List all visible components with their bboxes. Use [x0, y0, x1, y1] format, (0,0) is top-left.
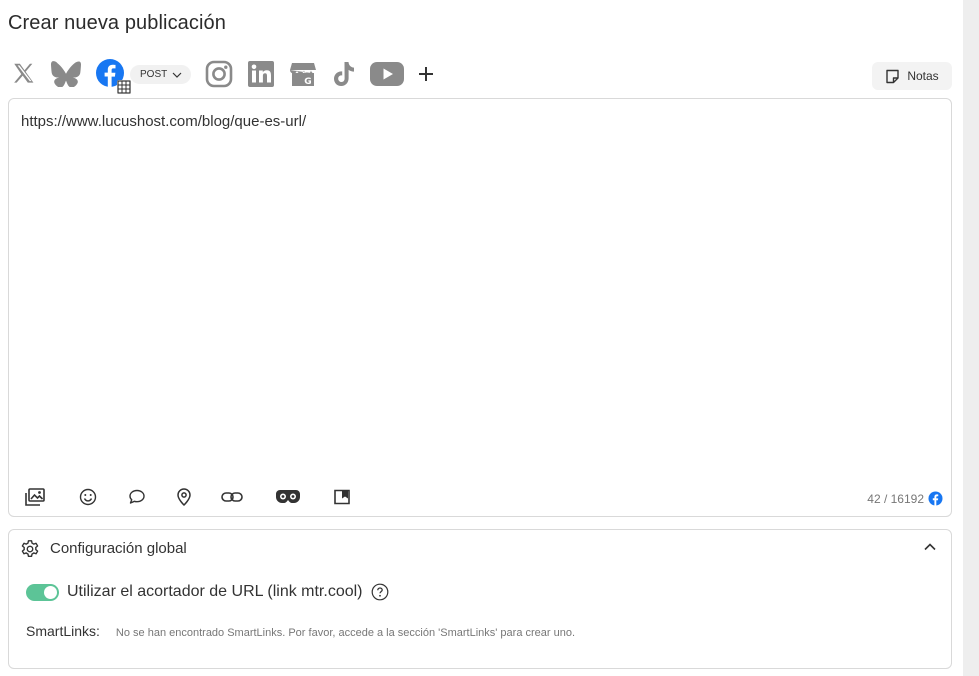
- global-config-panel: Configuración global Utilizar el acortad…: [8, 529, 952, 669]
- post-type-label: POST: [140, 69, 168, 80]
- bluesky-icon: [51, 61, 81, 87]
- bluesky-network-button[interactable]: [49, 58, 83, 90]
- linkedin-network-button[interactable]: [245, 58, 277, 90]
- scrollbar[interactable]: [963, 0, 979, 676]
- plus-icon: [419, 67, 433, 81]
- tiktok-icon: [334, 62, 354, 86]
- google-business-icon: G: [290, 63, 316, 87]
- linkedin-icon: [248, 61, 274, 87]
- notes-label: Notas: [907, 69, 939, 83]
- link-button[interactable]: [219, 484, 245, 510]
- media-icon: [25, 488, 45, 506]
- gear-icon: [21, 540, 39, 558]
- url-shortener-row: Utilizar el acortador de URL (link mtr.c…: [26, 583, 389, 601]
- google-business-network-button[interactable]: G: [287, 58, 319, 90]
- help-button[interactable]: [371, 583, 389, 601]
- location-icon: [177, 488, 191, 506]
- post-editor: https://www.lucushost.com/blog/que-es-ur…: [8, 98, 952, 517]
- emoji-button[interactable]: [75, 484, 101, 510]
- x-icon: [14, 63, 34, 83]
- instagram-icon: [205, 60, 233, 88]
- smartlinks-message: No se han encontrado SmartLinks. Por fav…: [115, 627, 576, 639]
- chevron-up-icon[interactable]: [923, 540, 937, 554]
- comment-button[interactable]: [124, 484, 150, 510]
- facebook-network-button[interactable]: [93, 58, 131, 94]
- link-icon: [221, 492, 243, 502]
- emoji-icon: [79, 488, 97, 506]
- youtube-icon: [370, 62, 404, 86]
- grid-icon: [117, 80, 131, 94]
- ai-assistant-button[interactable]: [273, 484, 303, 510]
- smartlinks-label: SmartLinks:: [26, 623, 100, 639]
- character-count: 42 / 16192: [867, 491, 924, 506]
- instagram-network-button[interactable]: [202, 58, 236, 90]
- global-config-title: Configuración global: [50, 540, 187, 557]
- comment-icon: [129, 489, 145, 504]
- location-button[interactable]: [171, 484, 197, 510]
- network-selector: POST G Notas: [8, 58, 952, 94]
- editor-toolbar: [9, 484, 951, 510]
- tiktok-network-button[interactable]: [329, 58, 359, 90]
- x-network-button[interactable]: [8, 58, 40, 90]
- youtube-network-button[interactable]: [369, 58, 405, 90]
- url-shortener-toggle[interactable]: [26, 583, 59, 601]
- smartlinks-row: SmartLinks: No se han encontrado SmartLi…: [26, 623, 575, 639]
- svg-text:G: G: [304, 77, 311, 87]
- url-shortener-label: Utilizar el acortador de URL (link mtr.c…: [67, 583, 363, 600]
- notes-button[interactable]: Notas: [872, 62, 952, 90]
- toggle-knob: [44, 585, 57, 599]
- facebook-small-icon: [928, 491, 943, 506]
- note-icon: [886, 69, 900, 83]
- ai-assistant-icon: [276, 490, 300, 503]
- bookmark-button[interactable]: [329, 484, 355, 510]
- question-icon: [371, 583, 388, 601]
- page-title: Crear nueva publicación: [8, 12, 226, 34]
- global-config-header[interactable]: Configuración global: [9, 530, 951, 568]
- chevron-down-icon: [172, 72, 182, 78]
- bookmark-icon: [334, 489, 350, 505]
- media-button[interactable]: [22, 484, 48, 510]
- post-type-dropdown[interactable]: POST: [130, 65, 192, 84]
- post-text-area[interactable]: https://www.lucushost.com/blog/que-es-ur…: [21, 113, 939, 130]
- character-counter: 42 / 16192: [867, 491, 943, 506]
- add-network-button[interactable]: [414, 58, 438, 90]
